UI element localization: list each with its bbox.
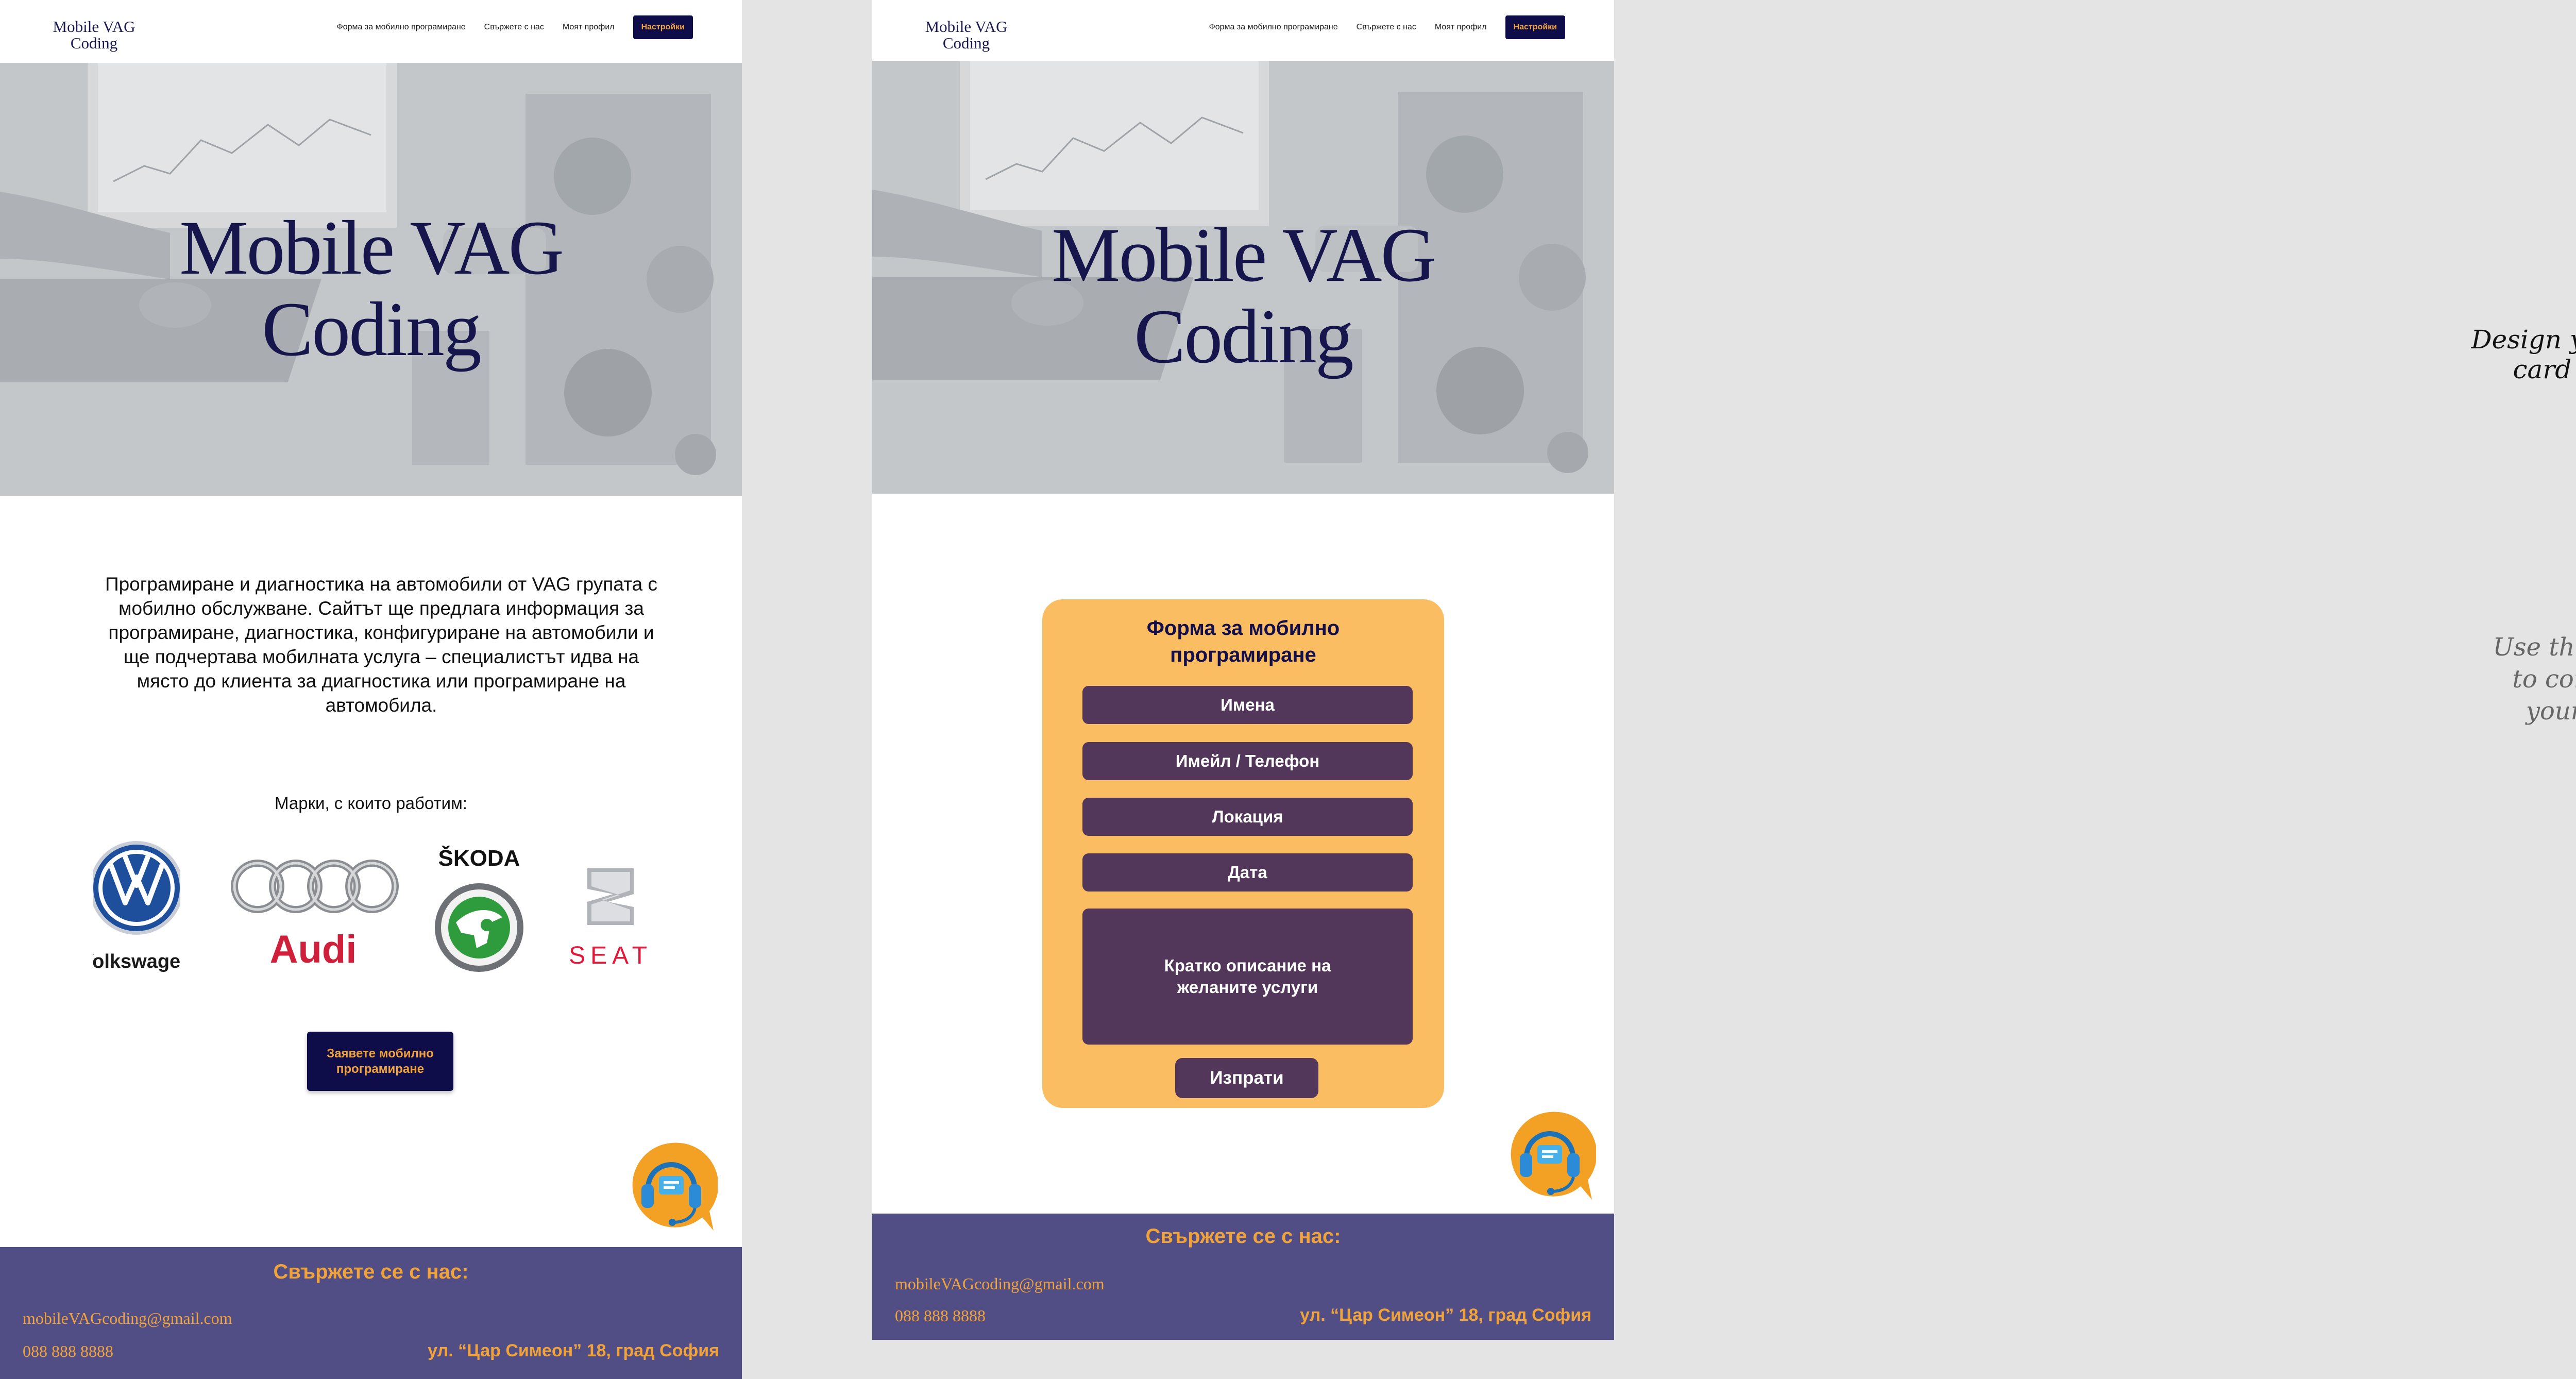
- nav-link-contact[interactable]: Свържете с нас: [484, 23, 544, 32]
- site-logo[interactable]: Mobile VAG Coding: [49, 19, 139, 52]
- nav-link-profile[interactable]: Моят профил: [563, 23, 615, 32]
- form-title: Форма за мобилно програмиране: [1042, 615, 1444, 668]
- hero-banner: Mobile VAG Coding: [0, 63, 742, 496]
- footer-address: ул. “Цар Симеон” 18, град София: [1300, 1305, 1591, 1325]
- skoda-logo-text: ŠKODA: [438, 845, 520, 871]
- description-line1: Кратко описание на: [1164, 956, 1331, 975]
- logo-line2: Coding: [70, 34, 118, 52]
- footer: Свържете се с нас: mobileVAGcoding@gmail…: [0, 1247, 742, 1379]
- description-line2: желаните услуги: [1177, 978, 1318, 997]
- hero-banner: Mobile VAG Coding: [872, 61, 1614, 494]
- hero-title-line2: Coding: [262, 287, 482, 372]
- name-field[interactable]: Имена: [1082, 686, 1413, 724]
- request-programming-button[interactable]: Заявете мобилно програмиране: [307, 1032, 453, 1091]
- design-note-line1: Design your own: [2471, 325, 2576, 355]
- footer-email[interactable]: mobileVAGcoding@gmail.com: [895, 1274, 1105, 1293]
- image-hint-note: Use this image to complete your card: [2478, 631, 2576, 727]
- email-phone-field[interactable]: Имейл / Телефон: [1082, 742, 1413, 780]
- cta-line1: Заявете мобилно: [327, 1046, 434, 1061]
- hero-title-line1: Mobile VAG: [179, 205, 564, 291]
- home-page-frame: Mobile VAG Coding Форма за мобилно прогр…: [0, 0, 742, 1379]
- brands-heading: Марки, с които работим:: [275, 794, 467, 813]
- settings-button[interactable]: Настройки: [1505, 15, 1565, 39]
- audi-logo: Audi: [231, 860, 399, 971]
- image-note-line3: your card: [2526, 697, 2576, 726]
- footer-email[interactable]: mobileVAGcoding@gmail.com: [23, 1309, 232, 1328]
- footer-phone[interactable]: 088 888 8888: [23, 1342, 113, 1361]
- header-nav: Mobile VAG Coding Форма за мобилно прогр…: [872, 0, 1614, 63]
- design-card-note: Design your own card here!: [2463, 325, 2576, 384]
- nav-menu: Форма за мобилно програмиране Свържете с…: [1209, 15, 1565, 39]
- nav-link-form[interactable]: Форма за мобилно програмиране: [1209, 23, 1338, 32]
- logo-line2: Coding: [942, 34, 990, 52]
- brand-logos: Volkswagen Audi ŠKODA SEAT: [93, 840, 675, 979]
- headset-chat-icon: [1511, 1112, 1596, 1200]
- footer-title: Свържете се с нас:: [1145, 1225, 1341, 1248]
- logo-line1: Mobile VAG: [53, 18, 135, 36]
- site-logo[interactable]: Mobile VAG Coding: [921, 19, 1011, 52]
- hero-title: Mobile VAG Coding: [872, 214, 1614, 377]
- header-nav: Mobile VAG Coding Форма за мобилно прогр…: [0, 0, 742, 63]
- image-note-line1: Use this image: [2493, 633, 2576, 662]
- form-page-frame: Mobile VAG Coding Форма за мобилно прогр…: [872, 0, 1614, 1340]
- support-chat-button[interactable]: [625, 1139, 718, 1232]
- footer-address: ул. “Цар Симеон” 18, град София: [428, 1341, 719, 1360]
- nav-menu: Форма за мобилно програмиране Свържете с…: [337, 15, 693, 39]
- intro-text: Програмиране и диагностика на автомобили…: [105, 574, 657, 716]
- submit-button[interactable]: Изпрати: [1175, 1058, 1318, 1098]
- programming-request-form: Форма за мобилно програмиране Имена Имей…: [1042, 599, 1444, 1108]
- footer: Свържете се с нас: mobileVAGcoding@gmail…: [872, 1214, 1614, 1340]
- skoda-logo: ŠKODA: [435, 845, 523, 972]
- nav-link-profile[interactable]: Моят профил: [1435, 23, 1487, 32]
- headset-chat-icon: [632, 1142, 718, 1231]
- hero-title-line1: Mobile VAG: [1052, 212, 1436, 298]
- volkswagen-logo: Volkswagen: [93, 841, 180, 972]
- hero-title-line2: Coding: [1134, 294, 1354, 379]
- nav-link-contact[interactable]: Свържете с нас: [1357, 23, 1416, 32]
- seat-logo-text: SEAT: [569, 942, 652, 969]
- logo-line1: Mobile VAG: [925, 18, 1008, 36]
- form-title-line1: Форма за мобилно: [1146, 617, 1340, 640]
- cta-line2: програмиране: [336, 1062, 425, 1076]
- form-title-line2: програмиране: [1170, 644, 1316, 666]
- location-field[interactable]: Локация: [1082, 798, 1413, 836]
- support-chat-button[interactable]: [1503, 1108, 1596, 1201]
- volkswagen-logo-text: Volkswagen: [93, 951, 180, 972]
- date-field[interactable]: Дата: [1082, 853, 1413, 892]
- nav-link-form[interactable]: Форма за мобилно програмиране: [337, 23, 466, 32]
- footer-title: Свържете се с нас:: [273, 1260, 469, 1283]
- hero-title: Mobile VAG Coding: [0, 207, 742, 370]
- footer-phone[interactable]: 088 888 8888: [895, 1306, 986, 1325]
- seat-logo: SEAT: [569, 868, 652, 969]
- image-note-line2: to complete: [2512, 665, 2576, 694]
- audi-logo-text: Audi: [270, 928, 357, 971]
- settings-button[interactable]: Настройки: [633, 15, 693, 39]
- description-textarea[interactable]: Кратко описание на желаните услуги: [1082, 909, 1413, 1045]
- design-note-line2: card here!: [2513, 355, 2576, 384]
